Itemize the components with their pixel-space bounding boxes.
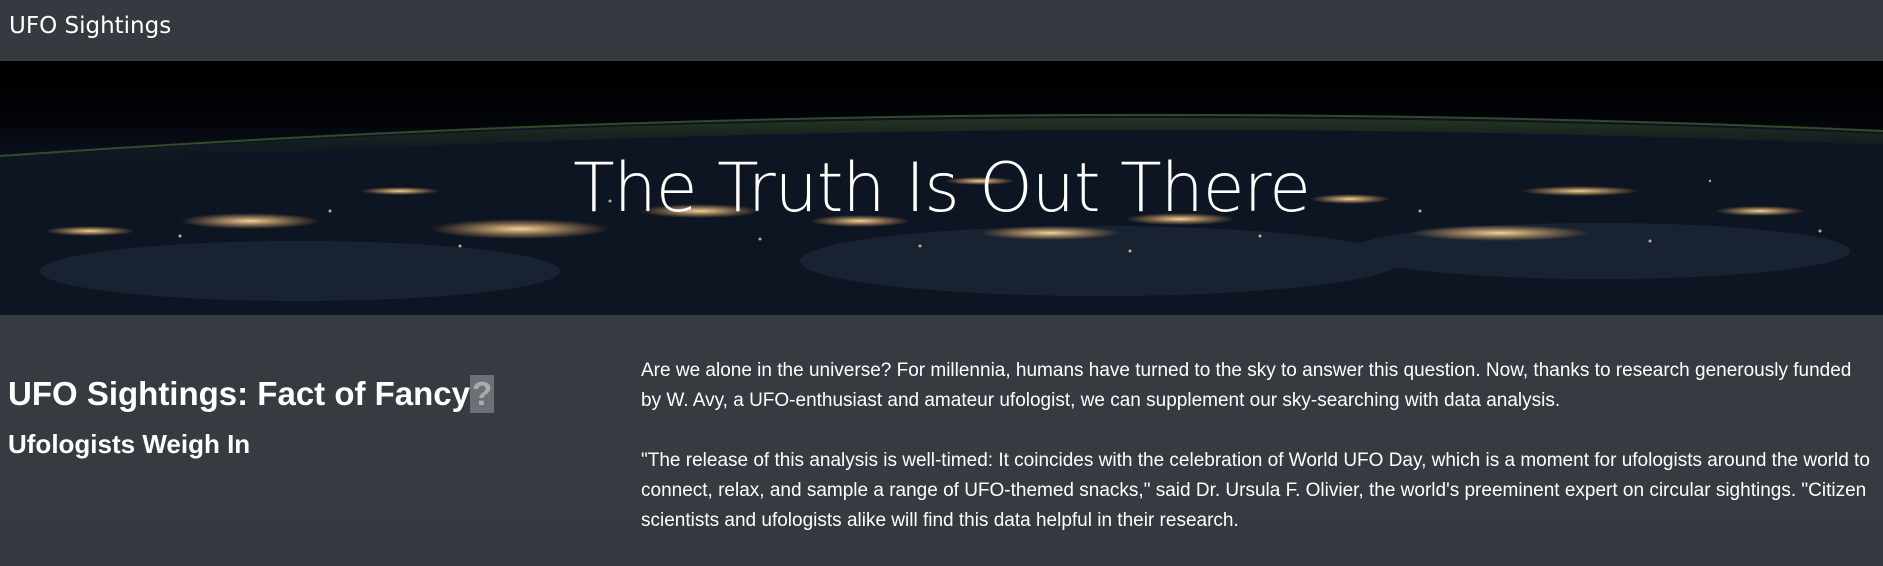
- headline-text: UFO Sightings: Fact of Fancy: [8, 375, 471, 413]
- main-content: UFO Sightings: Fact of Fancy? Ufologists…: [0, 315, 1883, 531]
- page-subheadline: Ufologists Weigh In: [8, 428, 251, 459]
- article-paragraph: "The release of this analysis is well-ti…: [641, 450, 1870, 531]
- headline-highlight: ?: [470, 375, 495, 414]
- navbar-brand-link[interactable]: UFO Sightings: [9, 13, 171, 39]
- page-headline: UFO Sightings: Fact of Fancy?: [8, 375, 495, 414]
- navbar: UFO Sightings: [0, 0, 1883, 61]
- hero-banner: The Truth Is Out There: [0, 61, 1883, 315]
- article-paragraph: Are we alone in the universe? For millen…: [641, 360, 1852, 411]
- article-body: Are we alone in the universe? For millen…: [641, 356, 1871, 566]
- hero-title: The Truth Is Out There: [573, 149, 1311, 228]
